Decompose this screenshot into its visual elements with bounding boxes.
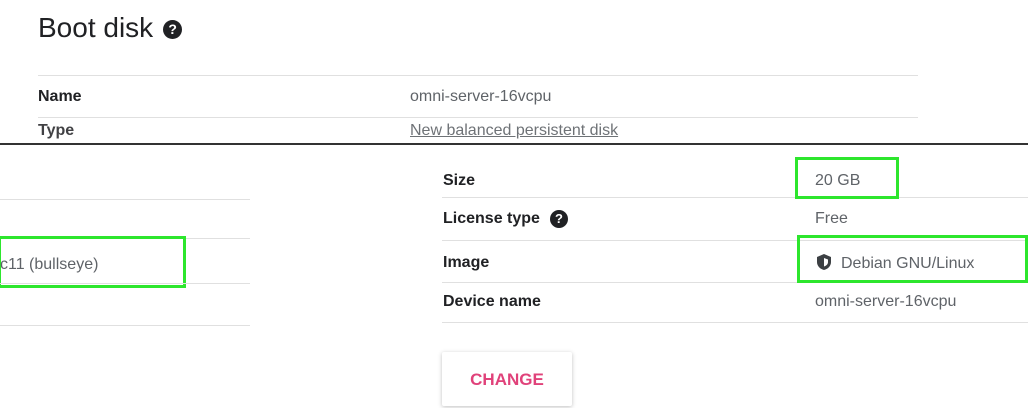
license-type-value: Free xyxy=(815,210,848,227)
image-value-partial: c11 (bullseye) xyxy=(0,256,99,273)
type-label: Type xyxy=(38,122,75,139)
type-value: New balanced persistent disk xyxy=(410,122,619,139)
divider xyxy=(442,197,1028,198)
license-type-label: License type? xyxy=(443,210,568,228)
size-value: 20 GB xyxy=(815,172,861,189)
divider xyxy=(38,75,918,76)
section-title-text: Boot disk xyxy=(38,12,154,43)
help-icon[interactable]: ? xyxy=(163,20,183,40)
name-label: Name xyxy=(38,88,82,105)
device-name-label: Device name xyxy=(443,293,541,310)
section-title: Boot disk? xyxy=(38,12,183,44)
change-button[interactable]: CHANGE xyxy=(442,352,572,406)
license-type-label-text: License type xyxy=(443,210,540,228)
name-value: omni-server-16vcpu xyxy=(410,88,552,105)
render-glitch-line xyxy=(0,143,1028,145)
shield-icon xyxy=(817,254,831,270)
help-icon[interactable]: ? xyxy=(549,210,568,228)
device-name-value: omni-server-16vcpu xyxy=(815,293,957,310)
divider xyxy=(0,325,250,326)
divider xyxy=(0,283,250,284)
image-label: Image xyxy=(443,254,490,271)
divider xyxy=(0,199,250,200)
size-label: Size xyxy=(443,172,476,189)
image-value-text: Debian GNU/Linux xyxy=(841,255,975,272)
image-value: Debian GNU/Linux xyxy=(817,254,974,273)
divider xyxy=(442,322,1028,323)
divider xyxy=(38,117,918,118)
